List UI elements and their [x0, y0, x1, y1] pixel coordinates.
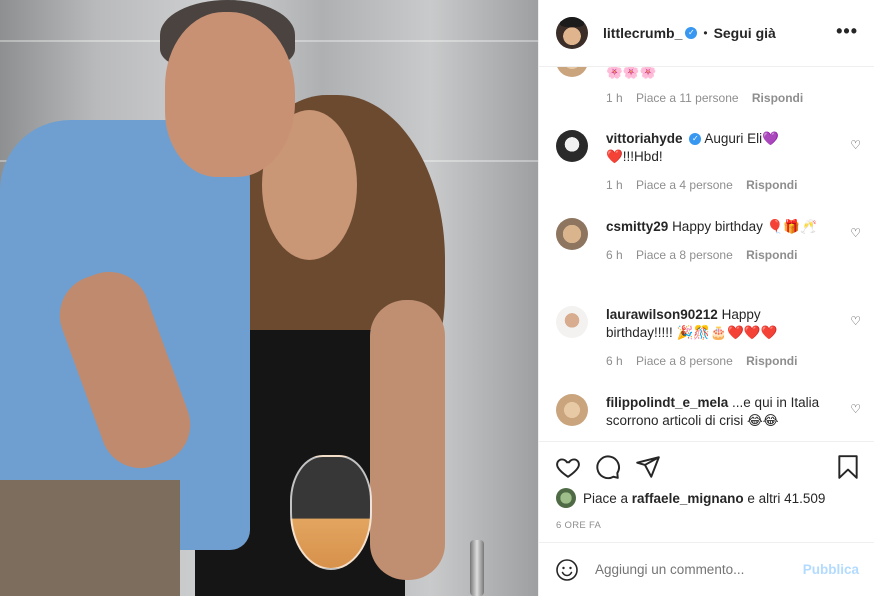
comment-like-icon[interactable]: ♡ — [850, 226, 861, 240]
photo-detail — [370, 300, 445, 580]
comment-likes[interactable]: Piace a 4 persone — [636, 178, 733, 192]
comment-time: 6 h — [606, 354, 623, 368]
comment-time: 6 h — [606, 248, 623, 262]
commenter-avatar[interactable] — [556, 218, 588, 250]
comment-text: laurawilson90212 Happy birthday!!!!! 🎉🎊🎂… — [606, 307, 778, 340]
comment-like-icon[interactable]: ♡ — [850, 138, 861, 152]
comments-list[interactable]: 🌸🌸🌸 1 h Piace a 11 persone Rispondi vitt… — [539, 67, 874, 441]
comment-input[interactable] — [595, 562, 803, 577]
verified-icon: ✓ — [689, 133, 702, 146]
commenter-avatar[interactable] — [556, 130, 588, 162]
more-options-icon[interactable]: ••• — [836, 22, 858, 40]
commenter-username[interactable]: laurawilson90212 — [606, 307, 718, 322]
comment-item: vittoriahyde ✓ Auguri Eli💜❤️!!!Hbd! 1 h … — [556, 130, 861, 192]
comment-like-icon[interactable]: ♡ — [850, 314, 861, 328]
reply-button[interactable]: Rispondi — [746, 178, 797, 192]
comment-time: 1 h — [606, 91, 623, 105]
comment-text: vittoriahyde ✓ Auguri Eli💜❤️!!!Hbd! — [606, 131, 779, 164]
comment-item: filippolindt_e_mela ...e qui in Italia s… — [556, 394, 861, 430]
reply-button[interactable]: Rispondi — [752, 91, 803, 105]
comment-meta: 6 h Piace a 8 persone Rispondi — [606, 354, 861, 368]
author-username[interactable]: littlecrumb_ — [603, 25, 682, 41]
reply-button[interactable]: Rispondi — [746, 248, 797, 262]
bookmark-icon[interactable] — [835, 454, 861, 480]
commenter-avatar[interactable] — [556, 67, 588, 77]
commenter-username[interactable]: csmitty29 — [606, 219, 668, 234]
paper-plane-icon[interactable] — [635, 454, 661, 480]
verified-icon: ✓ — [685, 27, 698, 39]
liker-avatar — [556, 488, 576, 508]
add-comment-bar: Pubblica — [539, 542, 874, 596]
liker-username[interactable]: raffaele_mignano — [632, 491, 744, 506]
comment-item: laurawilson90212 Happy birthday!!!!! 🎉🎊🎂… — [556, 306, 861, 368]
post-side-panel: littlecrumb_ ✓ • Segui già ••• 🌸🌸🌸 1 h P… — [538, 0, 874, 596]
likes-summary[interactable]: Piace a raffaele_mignano e altri 41.509 — [556, 488, 825, 508]
comment-item: 🌸🌸🌸 1 h Piace a 11 persone Rispondi — [556, 67, 861, 105]
smiley-icon[interactable] — [555, 558, 579, 582]
reply-button[interactable]: Rispondi — [746, 354, 797, 368]
post-photo[interactable] — [0, 0, 538, 596]
commenter-username[interactable]: filippolindt_e_mela — [606, 395, 728, 410]
publish-button[interactable]: Pubblica — [803, 562, 859, 577]
author-avatar[interactable] — [556, 17, 588, 49]
comment-text: filippolindt_e_mela ...e qui in Italia s… — [606, 395, 820, 428]
post-timestamp[interactable]: 6 ORE FA — [556, 520, 601, 531]
comment-meta: 1 h Piace a 4 persone Rispondi — [606, 178, 861, 192]
commenter-avatar[interactable] — [556, 306, 588, 338]
likes-prefix: Piace a — [583, 490, 629, 506]
comment-likes[interactable]: Piace a 11 persone — [636, 91, 739, 105]
comment-bubble-icon[interactable] — [595, 454, 621, 480]
comment-likes[interactable]: Piace a 8 persone — [636, 354, 733, 368]
separator-dot: • — [703, 26, 708, 40]
post-header: littlecrumb_ ✓ • Segui già ••• — [539, 0, 874, 67]
comment-text: 🌸🌸🌸 — [606, 67, 657, 79]
comment-like-icon[interactable]: ♡ — [850, 402, 861, 416]
follow-status-button[interactable]: Segui già — [714, 25, 776, 41]
comment-meta: 1 h Piace a 11 persone Rispondi — [606, 91, 861, 105]
likes-count[interactable]: e altri 41.509 — [747, 491, 825, 506]
comment-text: csmitty29 Happy birthday 🎈🎁🥂 — [606, 219, 818, 234]
comment-item: csmitty29 Happy birthday 🎈🎁🥂 6 h Piace a… — [556, 218, 861, 262]
photo-detail — [470, 540, 484, 596]
photo-detail — [0, 480, 180, 596]
wine-glass — [290, 455, 372, 570]
commenter-avatar[interactable] — [556, 394, 588, 426]
heart-outline-icon[interactable] — [555, 454, 581, 480]
commenter-username[interactable]: vittoriahyde — [606, 131, 683, 146]
comment-meta: 6 h Piace a 8 persone Rispondi — [606, 248, 861, 262]
comment-time: 1 h — [606, 178, 623, 192]
photo-detail — [165, 12, 295, 177]
comment-likes[interactable]: Piace a 8 persone — [636, 248, 733, 262]
